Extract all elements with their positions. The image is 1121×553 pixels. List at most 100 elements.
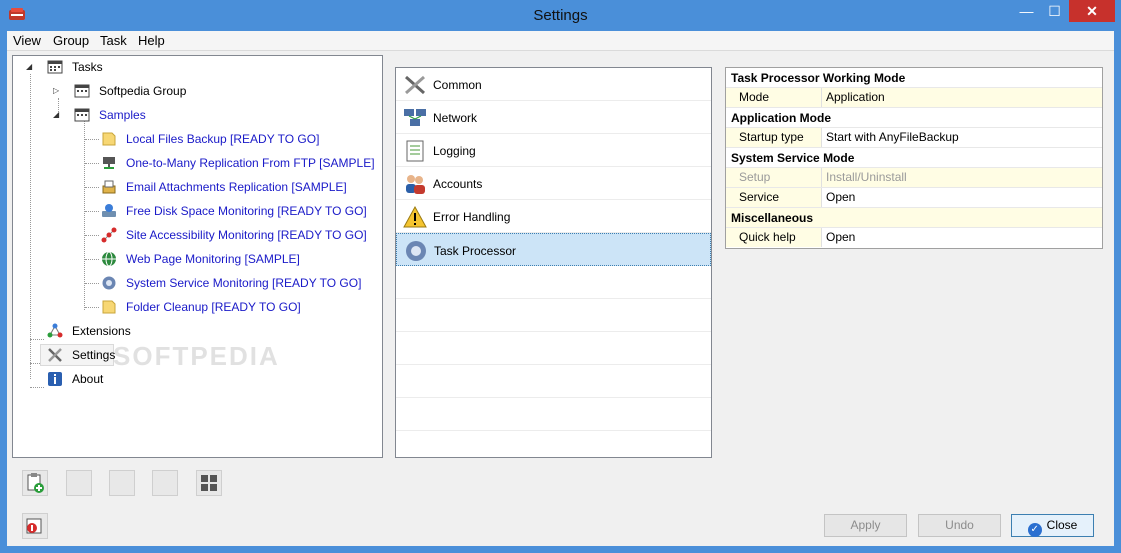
property-value[interactable]: Start with AnyFileBackup <box>822 128 1102 147</box>
tree-label: About <box>72 372 104 386</box>
section-system-service-mode: System Service Mode <box>726 148 1102 168</box>
tree-label: Settings <box>72 348 116 362</box>
window-close-button[interactable]: ✕ <box>1069 0 1115 22</box>
users-icon <box>406 175 425 194</box>
close-button[interactable]: ✓ Close <box>1011 514 1094 537</box>
category-label: Accounts <box>433 177 483 191</box>
section-working-mode: Task Processor Working Mode <box>726 68 1102 88</box>
property-startup-type[interactable]: Startup type Start with AnyFileBackup <box>726 128 1102 148</box>
undo-button[interactable]: Undo <box>918 514 1001 537</box>
task-system-service[interactable]: System Service Monitoring [READY TO GO] <box>13 273 373 293</box>
tree-label: Web Page Monitoring [SAMPLE] <box>126 252 300 266</box>
calendar-icon <box>74 84 90 98</box>
property-grid[interactable]: Task Processor Working Mode Mode Applica… <box>725 67 1103 249</box>
menu-help[interactable]: Help <box>138 33 165 48</box>
task-web-page-monitoring[interactable]: Web Page Monitoring [SAMPLE] <box>13 249 373 269</box>
menu-view[interactable]: View <box>13 33 41 48</box>
window-title: Settings <box>533 7 588 24</box>
apply-button[interactable]: Apply <box>824 514 907 537</box>
group-button[interactable] <box>196 470 222 496</box>
tree-label: Free Disk Space Monitoring [READY TO GO] <box>126 204 367 218</box>
property-key: Setup <box>726 168 822 187</box>
property-value[interactable]: Open <box>822 188 1102 207</box>
task-folder-cleanup[interactable]: Folder Cleanup [READY TO GO] <box>13 297 373 317</box>
tree-item-samples[interactable]: ◢ Samples <box>13 105 373 125</box>
task-local-files-backup[interactable]: Local Files Backup [READY TO GO] <box>13 129 373 149</box>
info-icon <box>48 372 62 386</box>
section-label: System Service Mode <box>731 151 855 165</box>
menu-task[interactable]: Task <box>100 33 127 48</box>
property-key: Startup type <box>726 128 822 147</box>
tree-item-softpedia-group[interactable]: ▷ Softpedia Group <box>13 81 373 101</box>
property-mode[interactable]: Mode Application <box>726 88 1102 108</box>
toolbar-button-disabled-3[interactable] <box>152 470 178 496</box>
settings-window: Settings — ☐ ✕ View Group Task Help ◢ Ta… <box>0 0 1121 553</box>
menu-group[interactable]: Group <box>53 33 89 48</box>
task-email-attachments[interactable]: Email Attachments Replication [SAMPLE] <box>13 177 373 197</box>
tree-label: Site Accessibility Monitoring [READY TO … <box>126 228 367 242</box>
mail-printer-icon <box>102 180 116 194</box>
toolbar-button-disabled-2[interactable] <box>109 470 135 496</box>
property-service-manager[interactable]: Service manager Open <box>726 188 1102 223</box>
tools-icon <box>405 75 425 95</box>
section-label: Miscellaneous <box>731 211 814 225</box>
check-icon: ✓ <box>1027 523 1042 537</box>
category-label: Network <box>433 111 478 125</box>
folder-icon <box>102 132 116 146</box>
menu-bar: View Group Task Help <box>7 31 1114 51</box>
gear-icon <box>406 241 426 261</box>
section-label: Task Processor Working Mode <box>731 71 906 85</box>
tree-label: Local Files Backup [READY TO GO] <box>126 132 320 146</box>
category-network[interactable]: Network <box>396 101 711 134</box>
tree-label: Tasks <box>72 60 103 74</box>
task-ftp-replication[interactable]: One-to-Many Replication From FTP [SAMPLE… <box>13 153 375 173</box>
category-logging[interactable]: Logging <box>396 134 711 167</box>
property-quick-help[interactable]: Quick help Open <box>726 228 1102 248</box>
folder-icon <box>102 300 116 314</box>
calendar-icon <box>74 108 90 122</box>
task-disk-space[interactable]: Free Disk Space Monitoring [READY TO GO] <box>13 201 373 221</box>
warning-icon <box>403 206 427 228</box>
title-bar[interactable]: Settings — ☐ ✕ <box>0 0 1121 31</box>
property-key: Service manager <box>726 188 822 223</box>
collapse-icon[interactable]: ◢ <box>26 63 34 71</box>
clipboard-add-icon <box>27 473 44 493</box>
tree-item-about[interactable]: About <box>13 369 373 389</box>
property-setup: Setup Install/Uninstall <box>726 168 1102 188</box>
category-accounts[interactable]: Accounts <box>396 167 711 200</box>
property-value[interactable]: Open <box>822 228 1102 247</box>
exit-icon <box>26 518 42 534</box>
task-site-accessibility[interactable]: Site Accessibility Monitoring [READY TO … <box>13 225 373 245</box>
tree-label: Extensions <box>72 324 131 338</box>
section-application-mode: Application Mode <box>726 108 1102 128</box>
log-icon <box>406 140 424 162</box>
category-common[interactable]: Common <box>396 68 711 101</box>
tools-icon <box>48 348 62 362</box>
category-empty-row <box>396 299 711 332</box>
tree-item-extensions[interactable]: Extensions <box>13 321 373 341</box>
task-tree[interactable]: ◢ Tasks ▷ Softpedia Group ◢ Samples Loca… <box>12 55 383 458</box>
disk-icon <box>102 204 116 217</box>
exit-button[interactable] <box>22 513 48 539</box>
tree-item-tasks[interactable]: ◢ Tasks <box>13 57 373 77</box>
toolbar-button-disabled-1[interactable] <box>66 470 92 496</box>
property-value[interactable]: Application <box>822 88 1102 107</box>
nodes-icon <box>101 227 117 243</box>
group-icon <box>201 475 217 491</box>
globe-icon <box>102 251 116 267</box>
calendar-icon <box>47 60 63 74</box>
tree-label: Samples <box>99 108 146 122</box>
add-task-button[interactable] <box>22 470 48 496</box>
expand-icon[interactable]: ▷ <box>53 87 61 95</box>
category-empty-row <box>396 266 711 299</box>
collapse-icon[interactable]: ◢ <box>53 111 61 119</box>
minimize-button[interactable]: — <box>1013 0 1040 22</box>
category-empty-row <box>396 332 711 365</box>
settings-categories[interactable]: Common Network Logging Accounts Error Ha… <box>395 67 712 458</box>
category-task-processor[interactable]: Task Processor <box>396 233 711 266</box>
category-error-handling[interactable]: Error Handling <box>396 200 711 233</box>
property-key: Mode <box>726 88 822 107</box>
maximize-button[interactable]: ☐ <box>1041 0 1068 22</box>
section-miscellaneous: Miscellaneous <box>726 208 1102 228</box>
tree-label: Softpedia Group <box>99 84 187 98</box>
